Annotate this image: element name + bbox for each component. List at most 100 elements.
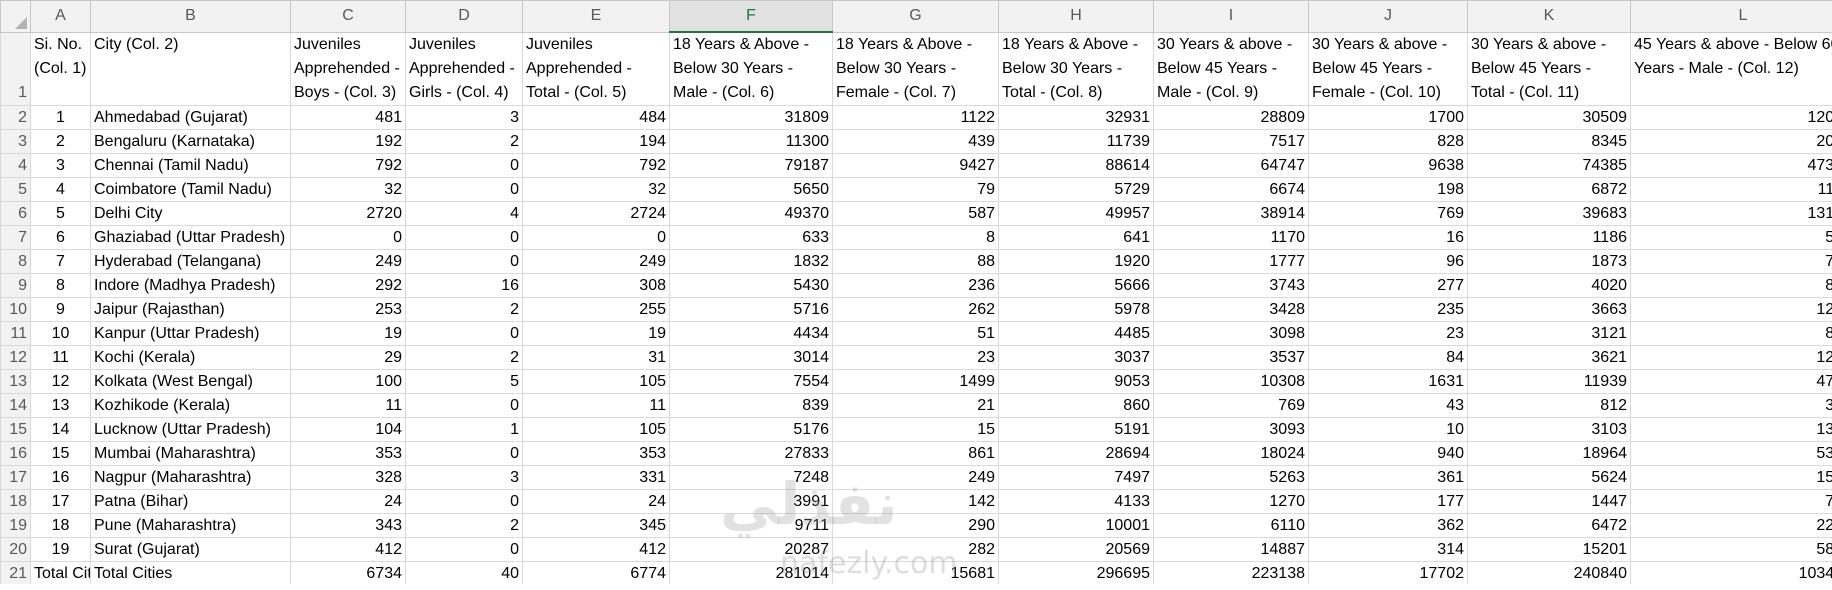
cell[interactable]: 88614 <box>999 154 1154 178</box>
cell[interactable]: 79187 <box>670 154 833 178</box>
cell[interactable]: 3428 <box>1154 298 1309 322</box>
cell[interactable]: 7497 <box>999 466 1154 490</box>
cell[interactable]: Pune (Maharashtra) <box>91 514 291 538</box>
cell[interactable]: 6472 <box>1468 514 1631 538</box>
cell[interactable]: 729 <box>1631 490 1832 514</box>
cell[interactable]: 79 <box>833 178 999 202</box>
row-header[interactable]: 16 <box>1 442 31 466</box>
row-header[interactable]: 20 <box>1 538 31 562</box>
header-cell[interactable]: 30 Years & above - Below 45 Years - Male… <box>1154 32 1309 106</box>
cell[interactable]: 64747 <box>1154 154 1309 178</box>
cell[interactable]: 84 <box>1309 346 1468 370</box>
cell[interactable]: 32931 <box>999 106 1154 130</box>
column-header-l[interactable]: L <box>1631 1 1832 33</box>
cell[interactable]: 812 <box>1468 394 1631 418</box>
cell[interactable]: 0 <box>406 178 523 202</box>
cell[interactable]: 763 <box>1631 250 1832 274</box>
cell[interactable]: 3014 <box>670 346 833 370</box>
row-header[interactable]: 3 <box>1 130 31 154</box>
cell[interactable]: 11 <box>31 346 91 370</box>
cell[interactable]: 1873 <box>1468 250 1631 274</box>
row-header[interactable]: 1 <box>1 32 31 106</box>
column-header-c[interactable]: C <box>291 1 406 33</box>
row-header[interactable]: 17 <box>1 466 31 490</box>
row-header[interactable]: 7 <box>1 226 31 250</box>
cell[interactable]: 103434 <box>1631 562 1832 585</box>
cell[interactable]: 18964 <box>1468 442 1631 466</box>
cell[interactable]: 353 <box>291 442 406 466</box>
cell[interactable]: 15 <box>31 442 91 466</box>
cell[interactable]: 104 <box>291 418 406 442</box>
cell[interactable]: 1270 <box>1154 490 1309 514</box>
cell[interactable]: 249 <box>291 250 406 274</box>
cell[interactable]: 5 <box>406 370 523 394</box>
column-header-e[interactable]: E <box>523 1 670 33</box>
cell[interactable]: 32 <box>291 178 406 202</box>
cell[interactable]: 6872 <box>1468 178 1631 202</box>
cell[interactable]: 240840 <box>1468 562 1631 585</box>
select-all-corner[interactable] <box>1 1 31 33</box>
cell[interactable]: 19 <box>31 538 91 562</box>
cell[interactable]: 5978 <box>999 298 1154 322</box>
cell[interactable]: 277 <box>1309 274 1468 298</box>
cell[interactable]: Chennai (Tamil Nadu) <box>91 154 291 178</box>
cell[interactable]: 262 <box>833 298 999 322</box>
cell[interactable]: 343 <box>291 514 406 538</box>
cell[interactable]: 9427 <box>833 154 999 178</box>
cell[interactable]: Hyderabad (Telangana) <box>91 250 291 274</box>
cell[interactable]: 9711 <box>670 514 833 538</box>
cell[interactable]: 481 <box>291 106 406 130</box>
cell[interactable]: 4485 <box>999 322 1154 346</box>
cell[interactable]: 16 <box>31 466 91 490</box>
cell[interactable]: 51 <box>833 322 999 346</box>
cell[interactable]: 105 <box>523 370 670 394</box>
cell[interactable]: 21 <box>833 394 999 418</box>
cell[interactable]: 105 <box>523 418 670 442</box>
cell[interactable]: 2079 <box>1631 130 1832 154</box>
cell[interactable]: 1210 <box>1631 346 1832 370</box>
cell[interactable]: 314 <box>1631 394 1832 418</box>
cell[interactable]: 177 <box>1309 490 1468 514</box>
row-header[interactable]: 19 <box>1 514 31 538</box>
cell[interactable]: 18024 <box>1154 442 1309 466</box>
cell[interactable]: Ghaziabad (Uttar Pradesh) <box>91 226 291 250</box>
cell[interactable]: 1170 <box>1154 226 1309 250</box>
cell[interactable]: 353 <box>523 442 670 466</box>
column-header-a[interactable]: A <box>31 1 91 33</box>
row-header[interactable]: 13 <box>1 370 31 394</box>
cell[interactable]: 2 <box>406 346 523 370</box>
cell[interactable]: 29 <box>291 346 406 370</box>
cell[interactable]: 6110 <box>1154 514 1309 538</box>
cell[interactable]: 6 <box>31 226 91 250</box>
cell[interactable]: Indore (Madhya Pradesh) <box>91 274 291 298</box>
row-header[interactable]: 18 <box>1 490 31 514</box>
cell[interactable]: 861 <box>833 442 999 466</box>
cell[interactable]: 17 <box>31 490 91 514</box>
cell[interactable]: 0 <box>291 226 406 250</box>
cell[interactable]: Kolkata (West Bengal) <box>91 370 291 394</box>
cell[interactable]: 439 <box>833 130 999 154</box>
cell[interactable]: 3 <box>406 466 523 490</box>
cell[interactable]: 5430 <box>670 274 833 298</box>
cell[interactable]: 14887 <box>1154 538 1309 562</box>
cell[interactable]: 7 <box>31 250 91 274</box>
row-header[interactable]: 5 <box>1 178 31 202</box>
spreadsheet-grid[interactable]: ABCDEFGHIJKL1Si. No. (Col. 1)City (Col. … <box>0 0 1832 584</box>
cell[interactable]: 5 <box>31 202 91 226</box>
cell[interactable]: 587 <box>833 202 999 226</box>
cell[interactable]: 6674 <box>1154 178 1309 202</box>
cell[interactable]: 28694 <box>999 442 1154 466</box>
cell[interactable]: 47378 <box>1631 154 1832 178</box>
row-header[interactable]: 10 <box>1 298 31 322</box>
cell[interactable]: 8 <box>833 226 999 250</box>
cell[interactable]: 40 <box>406 562 523 585</box>
cell[interactable]: 2724 <box>523 202 670 226</box>
cell[interactable]: 12012 <box>1631 106 1832 130</box>
cell[interactable]: 331 <box>523 466 670 490</box>
cell[interactable]: 3 <box>31 154 91 178</box>
cell[interactable]: 255 <box>523 298 670 322</box>
cell[interactable]: 3 <box>406 106 523 130</box>
cell[interactable]: 235 <box>1309 298 1468 322</box>
cell[interactable]: 10 <box>1309 418 1468 442</box>
header-cell[interactable]: 18 Years & Above - Below 30 Years - Tota… <box>999 32 1154 106</box>
